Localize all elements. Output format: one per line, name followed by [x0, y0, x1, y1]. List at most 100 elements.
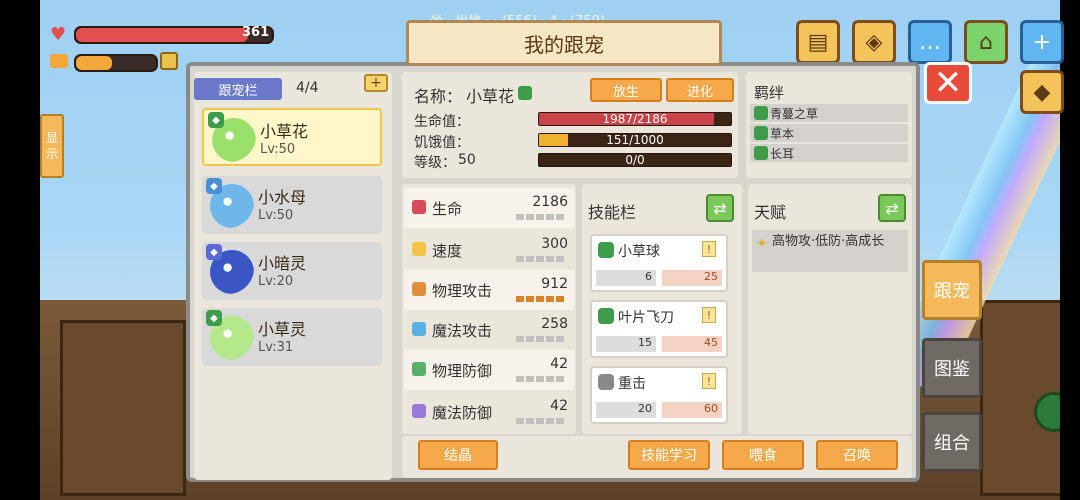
pet-list-tab[interactable]: 跟宠栏 — [194, 78, 282, 100]
stat-value: 300 — [541, 236, 568, 252]
crystal-label: 结晶 — [444, 448, 472, 464]
pet-card-2[interactable]: ◆ 小暗灵 Lv:20 — [202, 242, 382, 300]
stat-grade-pips — [516, 296, 566, 302]
shop-button[interactable]: ⌂ — [964, 20, 1008, 64]
skill-cost: 60 — [662, 402, 722, 418]
map-icon: ◈ — [865, 29, 883, 55]
heart-icon: ♥ — [50, 24, 67, 45]
skill-card-1[interactable]: 叶片飞刀 ! 15 45 — [590, 300, 728, 358]
stat-value: 912 — [541, 276, 568, 292]
pet-hp-text: 1987/2186 — [602, 112, 668, 126]
skill-element-icon — [598, 308, 614, 324]
learn-skill-button[interactable]: 技能学习 — [628, 440, 710, 470]
add-pet-slot-button[interactable]: + — [364, 74, 388, 92]
element-badge-icon: ◆ — [206, 244, 222, 260]
fist-icon — [412, 282, 426, 296]
pet-name: 小草灵 — [258, 320, 307, 339]
skill-info-icon[interactable]: ! — [702, 373, 716, 389]
stat-grade-pips — [516, 256, 566, 262]
release-button[interactable]: 放生 — [590, 78, 662, 102]
level-label: 等级： — [414, 155, 456, 171]
pet-count: 4/4 — [296, 80, 319, 96]
talent-item: ✦ 高物攻·低防·高成长 — [752, 230, 908, 272]
quest-button[interactable]: ▤ — [796, 20, 840, 64]
side-tab-label: 图鉴 — [934, 359, 970, 380]
side-tab-label: 跟宠 — [934, 281, 970, 302]
side-tab-codex[interactable]: 图鉴 — [922, 338, 982, 398]
side-tab-combo[interactable]: 组合 — [922, 412, 982, 472]
skill-element-icon — [598, 242, 614, 258]
crystal-button[interactable]: 结晶 — [418, 440, 498, 470]
stat-value: 42 — [550, 398, 568, 414]
evolve-label: 进化 — [686, 84, 713, 100]
swap-icon: ⇄ — [885, 198, 899, 218]
summon-button[interactable]: 召唤 — [816, 440, 898, 470]
stat-row-magic-def: 魔法防御 42 — [404, 392, 574, 432]
hunger-bar: 151/1000 — [538, 133, 732, 147]
pet-list-tab-label: 跟宠栏 — [218, 83, 258, 99]
player-hp-value: 361 — [242, 25, 270, 40]
shield-icon — [412, 362, 426, 376]
stat-grade-pips — [516, 376, 566, 382]
panel-title-text: 我的跟宠 — [524, 32, 604, 57]
skill-swap-button[interactable]: ⇄ — [706, 194, 734, 222]
side-tab-pets[interactable]: 跟宠 — [922, 260, 982, 320]
skill-name: 叶片飞刀 — [618, 310, 674, 326]
stat-row-speed: 速度 300 — [404, 230, 574, 270]
leaf-icon — [754, 146, 768, 160]
pet-card-1[interactable]: ◆ 小水母 Lv:50 — [202, 176, 382, 234]
cooldown-value: 15 — [638, 336, 652, 349]
feed-button[interactable]: 喂食 — [722, 440, 804, 470]
skill-info-icon[interactable]: ! — [702, 307, 716, 323]
skill-cooldown: 15 — [596, 336, 656, 352]
chat-icon: … — [919, 29, 941, 55]
close-button[interactable]: ✕ — [924, 62, 972, 104]
pet-card-3[interactable]: ◆ 小草灵 Lv:31 — [202, 308, 382, 366]
heart-icon — [412, 200, 426, 214]
add-slot-icon: + — [370, 75, 382, 91]
stat-row-phys-def: 物理防御 42 — [404, 350, 574, 390]
stat-row-phys-atk: 物理攻击 912 — [404, 270, 574, 310]
map-button[interactable]: ◈ — [852, 20, 896, 64]
stat-row-magic-atk: 魔法攻击 258 — [404, 310, 574, 350]
leaf-icon — [754, 126, 768, 140]
skill-info-glyph: ! — [706, 374, 712, 388]
skill-card-0[interactable]: 小草球 ! 6 25 — [590, 234, 728, 292]
cube-button[interactable]: ◆ — [1020, 70, 1064, 114]
magic-shield-icon — [412, 404, 426, 418]
pet-level: Lv:50 — [258, 208, 294, 223]
pet-name-value: 小草花 — [466, 87, 515, 106]
talent-swap-button[interactable]: ⇄ — [878, 194, 906, 222]
stat-name: 速度 — [432, 242, 463, 260]
quest-icon: ▤ — [807, 29, 829, 55]
stat-value: 258 — [541, 316, 568, 332]
cube-icon: ◆ — [1033, 79, 1051, 105]
skill-name: 重击 — [618, 376, 646, 392]
skill-info-icon[interactable]: ! — [702, 241, 716, 257]
screen-letterbox-left — [0, 0, 40, 500]
release-label: 放生 — [612, 84, 639, 100]
show-toggle-tab[interactable]: 显 示 — [40, 114, 64, 178]
feed-label: 喂食 — [749, 448, 777, 464]
evolve-button[interactable]: 进化 — [666, 78, 734, 102]
pet-name: 小暗灵 — [258, 254, 307, 273]
pet-name: 小水母 — [258, 188, 307, 207]
skill-cooldown: 6 — [596, 270, 656, 286]
player-hp-fill — [76, 28, 249, 42]
stat-name: 物理防御 — [432, 362, 493, 380]
side-tab-label: 组合 — [934, 433, 970, 454]
skill-card-2[interactable]: 重击 ! 20 60 — [590, 366, 728, 424]
swap-icon: ⇄ — [713, 198, 727, 218]
pet-card-0[interactable]: ◆ 小草花 Lv:50 — [202, 108, 382, 166]
stat-name: 物理攻击 — [432, 282, 493, 300]
cooldown-value: 6 — [645, 270, 652, 283]
bond-item-label: 长耳 — [770, 146, 795, 161]
name-label: 名称： — [414, 87, 463, 106]
pet-level: Lv:31 — [258, 340, 294, 355]
skill-cooldown: 20 — [596, 402, 656, 418]
stat-name: 魔法防御 — [432, 404, 493, 422]
hp-label: 生命值： — [414, 114, 470, 130]
hunger-icon — [50, 54, 68, 68]
plus-button[interactable]: + — [1020, 20, 1064, 64]
chat-button[interactable]: … — [908, 20, 952, 64]
